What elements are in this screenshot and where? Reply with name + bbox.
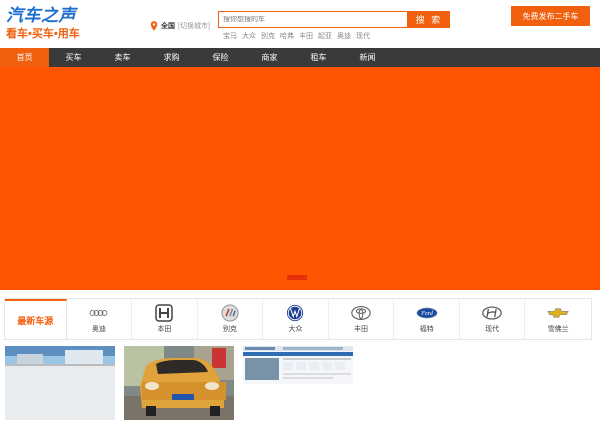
brand-volkswagen[interactable]: 大众 xyxy=(263,299,329,339)
chevrolet-icon xyxy=(547,308,569,318)
brand-buick[interactable]: 别克 xyxy=(198,299,264,339)
hot-word-link[interactable]: 奥迪 xyxy=(337,31,351,41)
nav-item-sell[interactable]: 卖车 xyxy=(98,48,147,67)
brand-name: 本田 xyxy=(157,326,172,333)
carousel-indicator[interactable] xyxy=(287,275,307,280)
site-logo[interactable]: 汽车之声 看车•买车•用车 xyxy=(6,6,86,42)
nav-item-buy[interactable]: 买车 xyxy=(49,48,98,67)
brand-ford[interactable]: Ford 福特 xyxy=(394,299,460,339)
brand-name: 大众 xyxy=(288,326,303,333)
brand-name: 奥迪 xyxy=(91,326,106,333)
brand-filter-bar: 最新车源 奥迪 本田 别克 大众 丰田 Ford 福特 现代 雪佛兰 xyxy=(4,298,592,340)
car-listing-photo[interactable] xyxy=(5,346,115,420)
hot-word-link[interactable]: 现代 xyxy=(356,31,370,41)
brand-name: 丰田 xyxy=(354,326,369,333)
buick-icon xyxy=(221,304,239,322)
tab-latest-listings[interactable]: 最新车源 xyxy=(5,299,67,339)
car-photo-image xyxy=(243,346,353,384)
car-photo-image xyxy=(124,346,234,420)
hero-banner[interactable] xyxy=(0,67,600,290)
hot-word-link[interactable]: 哈弗 xyxy=(280,31,294,41)
brand-name: 现代 xyxy=(485,326,500,333)
audi-icon xyxy=(89,310,108,316)
nav-item-wanted[interactable]: 求购 xyxy=(147,48,196,67)
nav-item-home[interactable]: 首页 xyxy=(0,48,49,67)
car-listing-photo[interactable] xyxy=(124,346,234,420)
search-box xyxy=(218,11,408,28)
current-city: 全国 xyxy=(161,23,175,30)
hot-word-link[interactable]: 起亚 xyxy=(318,31,332,41)
hot-word-link[interactable]: 大众 xyxy=(242,31,256,41)
brand-name: 雪佛兰 xyxy=(547,326,569,333)
city-selector[interactable]: 全国 [切换城市] xyxy=(150,20,210,32)
nav-item-rental[interactable]: 租车 xyxy=(294,48,343,67)
nav-item-news[interactable]: 新闻 xyxy=(343,48,392,67)
brand-audi[interactable]: 奥迪 xyxy=(67,299,133,339)
volkswagen-icon xyxy=(287,304,304,322)
car-listing-photo[interactable] xyxy=(243,346,353,384)
brand-name: 福特 xyxy=(419,326,434,333)
hot-word-link[interactable]: 丰田 xyxy=(299,31,313,41)
publish-used-car-button[interactable]: 免费发布二手车 xyxy=(511,6,590,26)
hot-word-link[interactable]: 宝马 xyxy=(223,31,237,41)
hot-search-words: 宝马 大众 别克 哈弗 丰田 起亚 奥迪 现代 xyxy=(223,31,370,41)
toyota-icon xyxy=(351,305,371,321)
nav-item-insurance[interactable]: 保险 xyxy=(196,48,245,67)
brand-chevrolet[interactable]: 雪佛兰 xyxy=(525,299,591,339)
svg-text:Ford: Ford xyxy=(420,311,433,317)
brand-hyundai[interactable]: 现代 xyxy=(460,299,526,339)
car-photo-image xyxy=(5,346,115,420)
hot-word-link[interactable]: 别克 xyxy=(261,31,275,41)
logo-slogan: 看车•买车•用车 xyxy=(6,28,80,40)
search-input[interactable] xyxy=(223,16,403,23)
nav-item-dealers[interactable]: 商家 xyxy=(245,48,294,67)
brand-toyota[interactable]: 丰田 xyxy=(329,299,395,339)
location-pin-icon xyxy=(150,21,158,31)
main-nav: 首页 买车 卖车 求购 保险 商家 租车 新闻 xyxy=(0,48,600,67)
brand-name: 别克 xyxy=(222,326,237,333)
honda-icon xyxy=(155,304,174,322)
search-button[interactable]: 搜 索 xyxy=(408,11,450,28)
ford-icon: Ford xyxy=(416,307,438,319)
hyundai-icon xyxy=(482,306,502,320)
logo-title: 汽车之声 xyxy=(6,6,76,25)
switch-city-link[interactable]: [切换城市] xyxy=(178,21,210,31)
brand-honda[interactable]: 本田 xyxy=(132,299,198,339)
